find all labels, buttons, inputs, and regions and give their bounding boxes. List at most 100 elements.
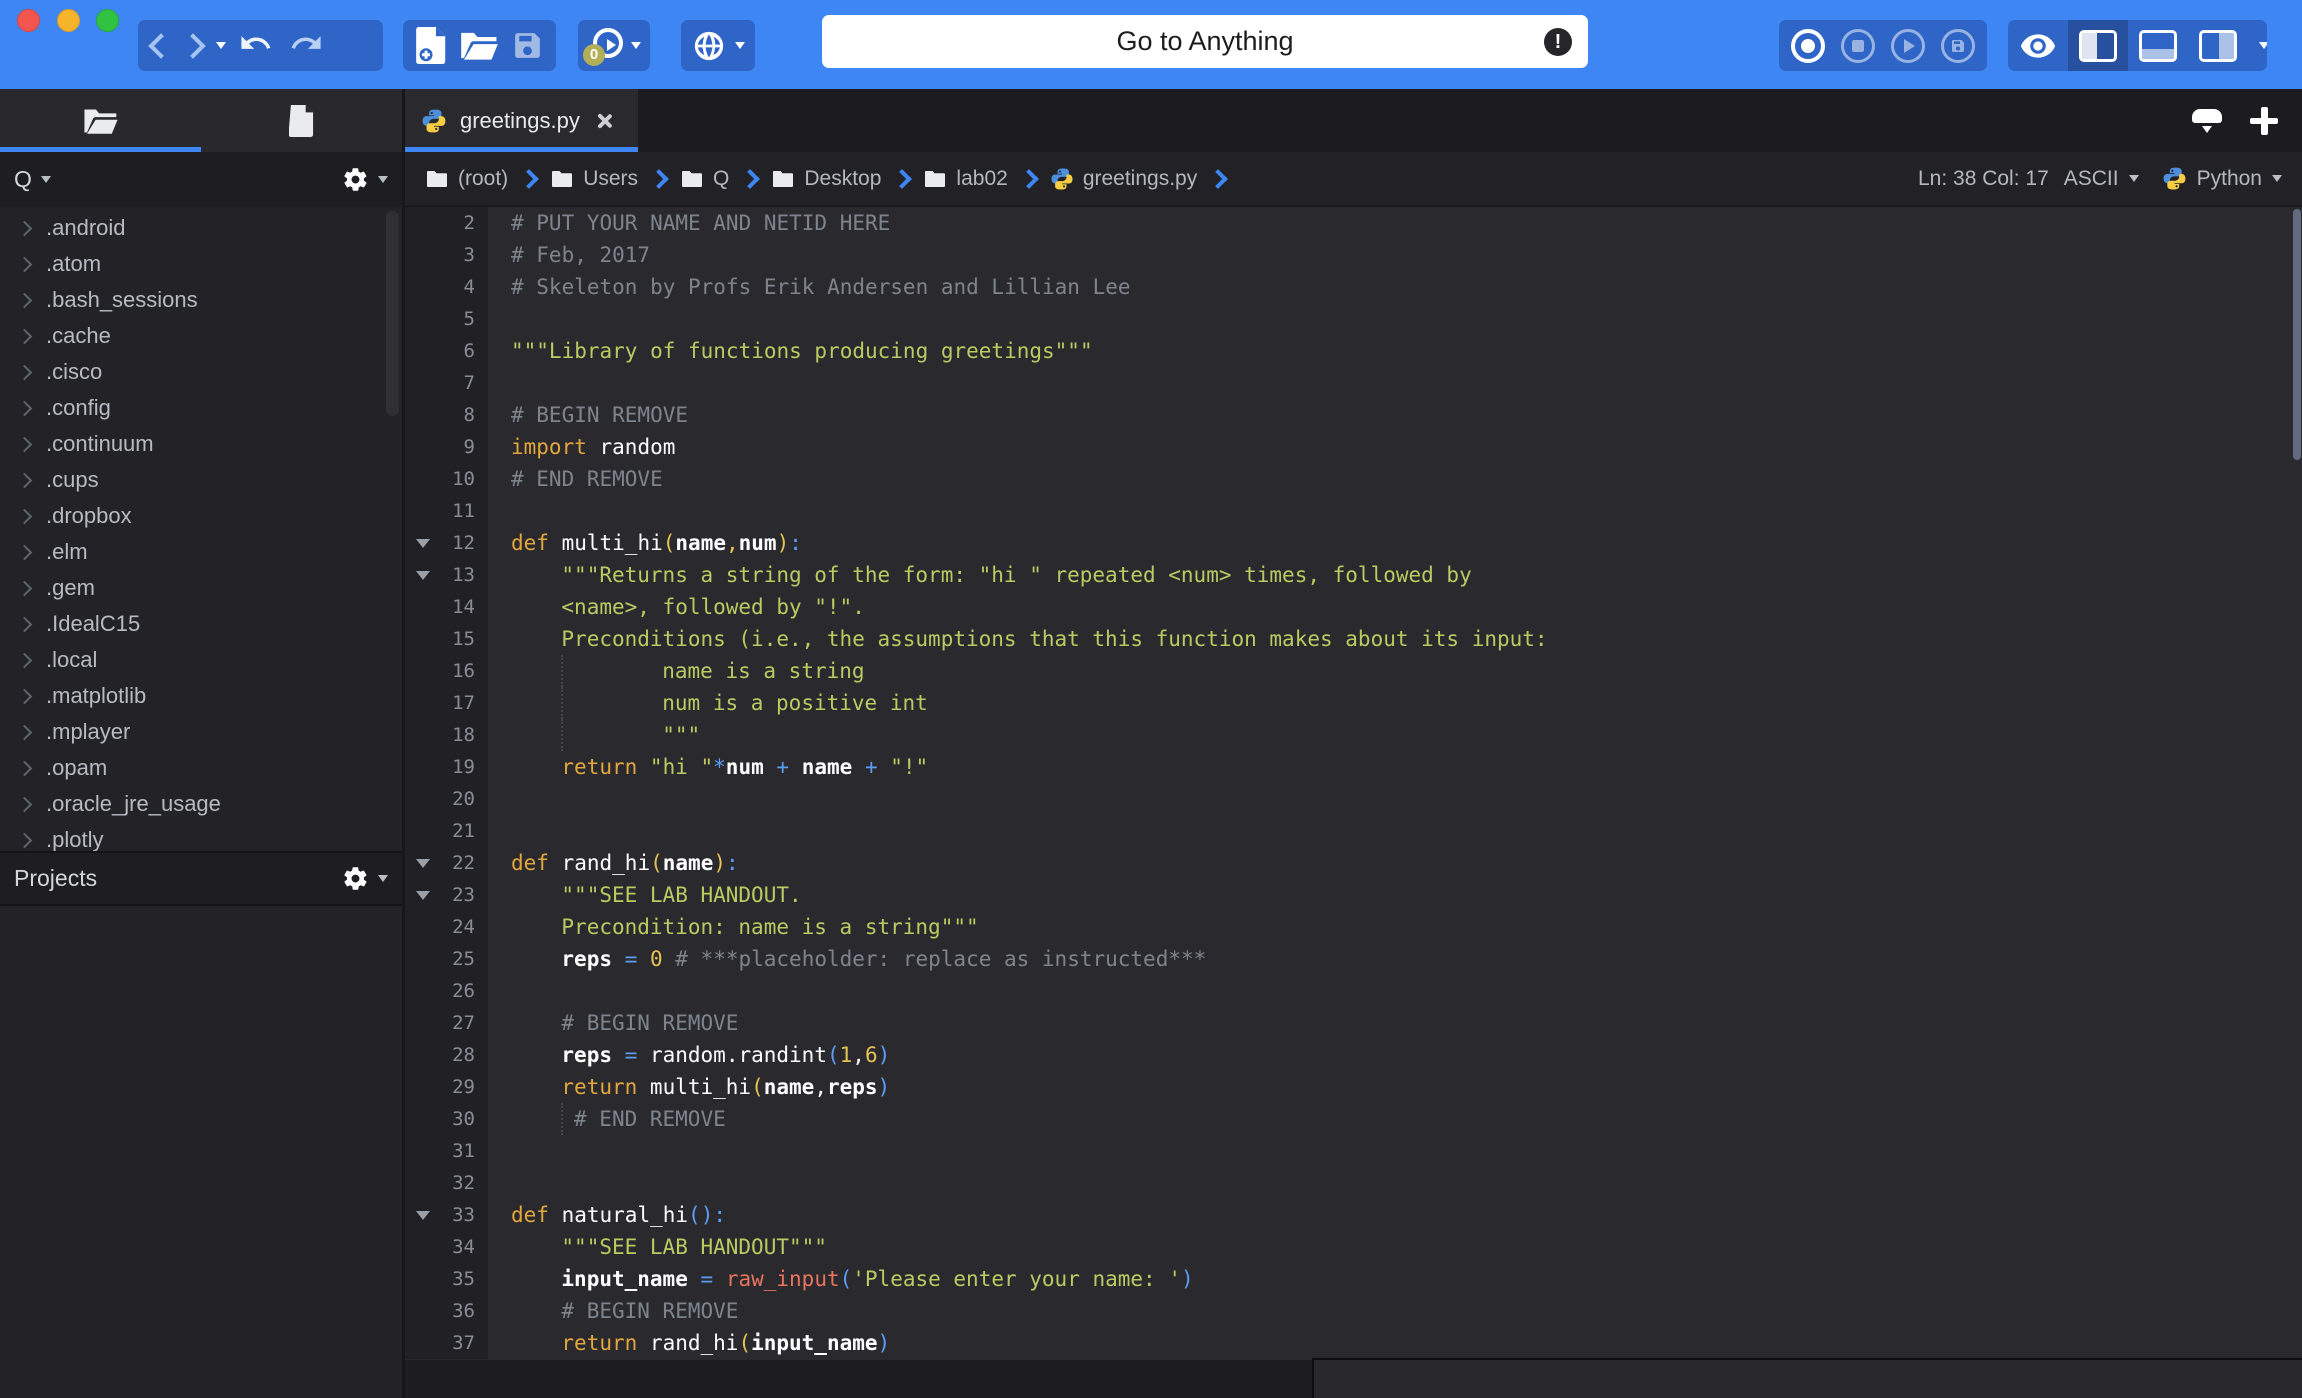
file-tree-item[interactable]: .android bbox=[0, 210, 402, 246]
window-minimize-button[interactable] bbox=[57, 9, 80, 32]
code-line[interactable]: 32 bbox=[405, 1167, 2302, 1199]
pane-layout-dropdown-icon[interactable] bbox=[2248, 20, 2267, 71]
code-line[interactable]: 20 bbox=[405, 783, 2302, 815]
go-to-anything-input[interactable]: Go to Anything ! bbox=[822, 15, 1588, 68]
language-selector[interactable]: Python bbox=[2162, 166, 2282, 191]
code-editor[interactable]: 2# PUT YOUR NAME AND NETID HERE3# Feb, 2… bbox=[405, 207, 2302, 1360]
new-tab-icon[interactable] bbox=[2250, 107, 2278, 135]
code-line[interactable]: 26 bbox=[405, 975, 2302, 1007]
code-line[interactable]: 17num is a positive int bbox=[405, 687, 2302, 719]
sidebar-scrollbar-thumb[interactable] bbox=[386, 211, 399, 416]
code-line[interactable]: 10# END REMOVE bbox=[405, 463, 2302, 495]
fold-marker-icon[interactable] bbox=[416, 891, 430, 900]
encoding-selector[interactable]: ASCII bbox=[2064, 167, 2139, 191]
file-tree-item[interactable]: .continuum bbox=[0, 426, 402, 462]
breadcrumb-item[interactable]: Q bbox=[680, 167, 729, 191]
save-icon[interactable] bbox=[511, 29, 544, 62]
fold-marker-icon[interactable] bbox=[416, 539, 430, 548]
bottom-pane-toggle[interactable] bbox=[2128, 20, 2188, 71]
expand-chevron-icon[interactable] bbox=[17, 472, 33, 488]
code-line[interactable]: 9import random bbox=[405, 431, 2302, 463]
file-tree-item[interactable]: .cache bbox=[0, 318, 402, 354]
expand-chevron-icon[interactable] bbox=[17, 616, 33, 632]
expand-chevron-icon[interactable] bbox=[17, 256, 33, 272]
file-tree-item[interactable]: .cisco bbox=[0, 354, 402, 390]
forward-icon[interactable] bbox=[180, 33, 205, 58]
expand-chevron-icon[interactable] bbox=[17, 652, 33, 668]
window-close-button[interactable] bbox=[17, 9, 40, 32]
fold-marker-icon[interactable] bbox=[416, 859, 430, 868]
code-line[interactable]: 29return multi_hi(name,reps) bbox=[405, 1071, 2302, 1103]
projects-gear-icon[interactable] bbox=[342, 865, 369, 892]
code-line[interactable]: 13"""Returns a string of the form: "hi "… bbox=[405, 559, 2302, 591]
file-tree-item[interactable]: .dropbox bbox=[0, 498, 402, 534]
expand-chevron-icon[interactable] bbox=[17, 508, 33, 524]
browser-dropdown-icon[interactable] bbox=[735, 42, 745, 49]
code-line[interactable]: 5 bbox=[405, 303, 2302, 335]
code-line[interactable]: 30# END REMOVE bbox=[405, 1103, 2302, 1135]
expand-chevron-icon[interactable] bbox=[17, 688, 33, 704]
file-tree-item[interactable]: .matplotlib bbox=[0, 678, 402, 714]
file-tree-item[interactable]: .gem bbox=[0, 570, 402, 606]
code-line[interactable]: 37return rand_hi(input_name) bbox=[405, 1327, 2302, 1359]
breadcrumb-item[interactable]: Desktop bbox=[771, 167, 881, 191]
expand-chevron-icon[interactable] bbox=[17, 400, 33, 416]
sidebar-tab-files[interactable] bbox=[201, 89, 402, 152]
toolbox-dropdown-icon[interactable] bbox=[631, 42, 641, 49]
record-macro-icon[interactable] bbox=[1791, 29, 1825, 63]
open-folder-icon[interactable] bbox=[461, 30, 498, 61]
preview-eye-icon[interactable] bbox=[2008, 20, 2068, 71]
code-line[interactable]: 19return "hi "*num + name + "!" bbox=[405, 751, 2302, 783]
undo-icon[interactable] bbox=[240, 31, 274, 61]
sidebar-tab-places[interactable] bbox=[0, 89, 201, 152]
code-line[interactable]: 4# Skeleton by Profs Erik Andersen and L… bbox=[405, 271, 2302, 303]
file-tree-item[interactable]: .opam bbox=[0, 750, 402, 786]
play-macro-icon[interactable] bbox=[1891, 29, 1925, 63]
toolbox-icon[interactable]: 0 bbox=[587, 28, 623, 64]
code-line[interactable]: 31 bbox=[405, 1135, 2302, 1167]
code-line[interactable]: 16name is a string bbox=[405, 655, 2302, 687]
code-line[interactable]: 24Precondition: name is a string""" bbox=[405, 911, 2302, 943]
breadcrumb-item[interactable]: (root) bbox=[425, 167, 508, 191]
file-tree-item[interactable]: .mplayer bbox=[0, 714, 402, 750]
tab-greetings-py[interactable]: greetings.py bbox=[405, 89, 638, 152]
code-line[interactable]: 6"""Library of functions producing greet… bbox=[405, 335, 2302, 367]
places-gear-dropdown-icon[interactable] bbox=[378, 176, 388, 183]
expand-chevron-icon[interactable] bbox=[17, 580, 33, 596]
code-line[interactable]: 18""" bbox=[405, 719, 2302, 751]
file-tree-item[interactable]: .cups bbox=[0, 462, 402, 498]
right-pane-toggle[interactable] bbox=[2188, 20, 2248, 71]
code-line[interactable]: 8# BEGIN REMOVE bbox=[405, 399, 2302, 431]
close-tab-icon[interactable] bbox=[595, 112, 613, 130]
places-dropdown-icon[interactable] bbox=[41, 176, 51, 183]
file-tree-item[interactable]: .elm bbox=[0, 534, 402, 570]
code-line[interactable]: 15Preconditions (i.e., the assumptions t… bbox=[405, 623, 2302, 655]
expand-chevron-icon[interactable] bbox=[17, 220, 33, 236]
code-line[interactable]: 2# PUT YOUR NAME AND NETID HERE bbox=[405, 207, 2302, 239]
expand-chevron-icon[interactable] bbox=[17, 436, 33, 452]
expand-chevron-icon[interactable] bbox=[17, 832, 33, 848]
fold-marker-icon[interactable] bbox=[416, 1211, 430, 1220]
projects-gear-dropdown-icon[interactable] bbox=[378, 875, 388, 882]
file-tree-item[interactable]: .IdealC15 bbox=[0, 606, 402, 642]
tab-overflow-icon[interactable] bbox=[2192, 109, 2222, 133]
code-line[interactable]: 33def natural_hi(): bbox=[405, 1199, 2302, 1231]
code-line[interactable]: 14<name>, followed by "!". bbox=[405, 591, 2302, 623]
breadcrumb-item[interactable]: greetings.py bbox=[1050, 167, 1197, 191]
expand-chevron-icon[interactable] bbox=[17, 544, 33, 560]
new-file-icon[interactable] bbox=[416, 27, 448, 64]
code-line[interactable]: 28reps = random.randint(1,6) bbox=[405, 1039, 2302, 1071]
stop-macro-icon[interactable] bbox=[1841, 29, 1875, 63]
file-tree-item[interactable]: .oracle_jre_usage bbox=[0, 786, 402, 822]
back-icon[interactable] bbox=[148, 33, 173, 58]
breadcrumb-item[interactable]: Users bbox=[550, 167, 638, 191]
expand-chevron-icon[interactable] bbox=[17, 724, 33, 740]
file-tree-item[interactable]: .atom bbox=[0, 246, 402, 282]
code-line[interactable]: 35input_name = raw_input('Please enter y… bbox=[405, 1263, 2302, 1295]
code-line[interactable]: 11 bbox=[405, 495, 2302, 527]
left-pane-toggle[interactable] bbox=[2068, 20, 2128, 71]
code-line[interactable]: 25reps = 0 # ***placeholder: replace as … bbox=[405, 943, 2302, 975]
code-line[interactable]: 21 bbox=[405, 815, 2302, 847]
save-macro-icon[interactable] bbox=[1941, 29, 1975, 63]
file-tree-item[interactable]: .config bbox=[0, 390, 402, 426]
